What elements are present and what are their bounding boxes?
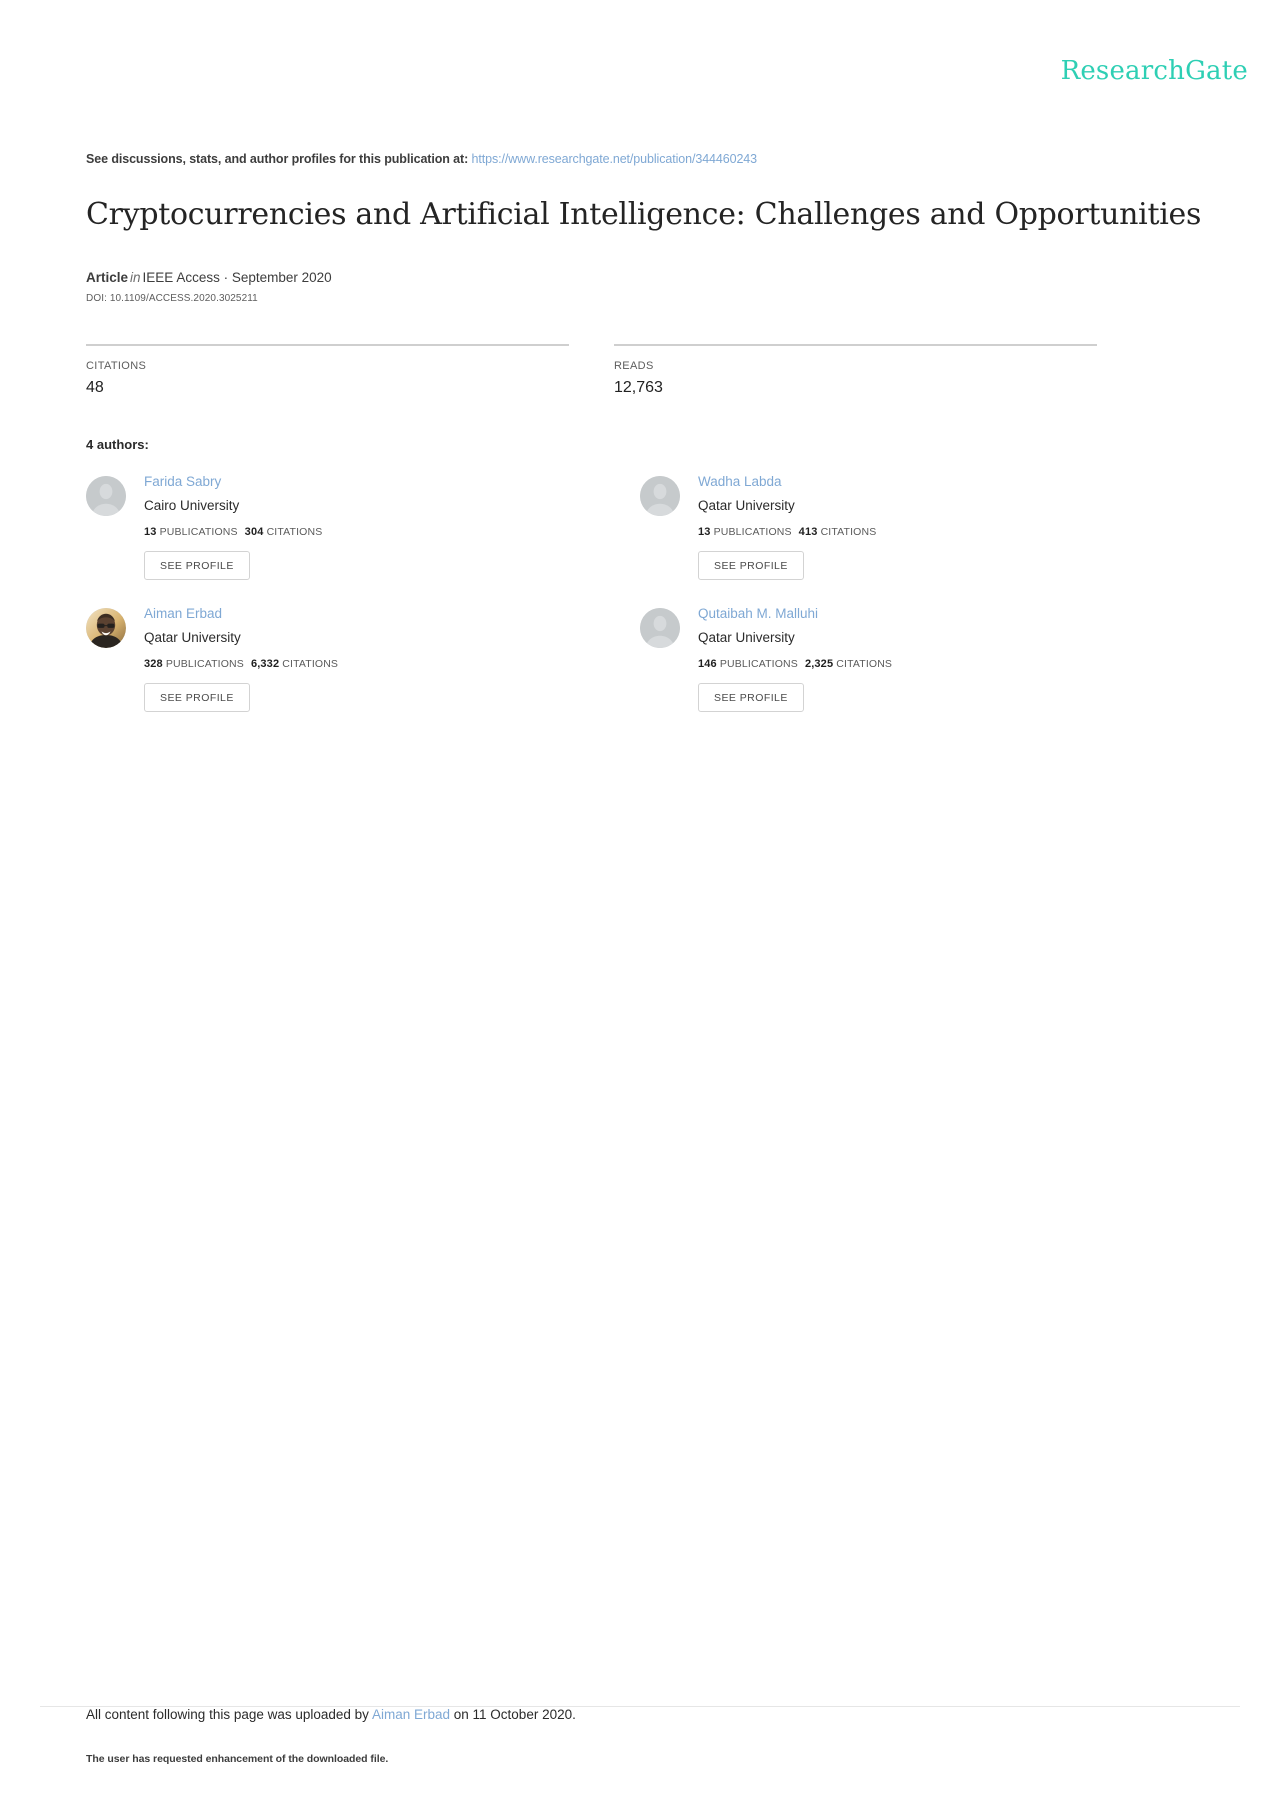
publications-label: PUBLICATIONS: [165, 658, 244, 671]
stat-reads: READS 12,763: [614, 343, 1097, 397]
stat-label: CITATIONS: [86, 359, 147, 372]
author-metrics: 328 PUBLICATIONS 6,332 CITATIONS: [144, 658, 640, 670]
article-in-word: in: [130, 269, 141, 285]
author-info: Qutaibah M. Malluhi Qatar University 146…: [698, 606, 1194, 713]
author-name-link[interactable]: Wadha Labda: [698, 474, 1194, 490]
citations-label: CITATIONS: [266, 525, 323, 538]
see-profile-button[interactable]: SEE PROFILE: [144, 550, 250, 580]
author-metrics: 146 PUBLICATIONS 2,325 CITATIONS: [698, 658, 1194, 670]
citations-count: 413: [798, 525, 818, 538]
citations-count: 6,332: [250, 658, 280, 671]
stat-value: 12,763: [614, 378, 663, 396]
page-content: See discussions, stats, and author profi…: [86, 0, 1202, 739]
publication-cover-page: ResearchGate See discussions, stats, and…: [0, 0, 1280, 1809]
publications-label: PUBLICATIONS: [719, 658, 798, 671]
citations-count: 304: [244, 525, 264, 538]
uploader-link[interactable]: Aiman Erbad: [372, 1707, 450, 1722]
author-info: Aiman Erbad Qatar University 328 PUBLICA…: [144, 606, 640, 713]
avatar-wrap: [86, 474, 126, 516]
authors-heading: 4 authors:: [86, 436, 149, 452]
see-profile-button[interactable]: SEE PROFILE: [698, 550, 804, 580]
page-title: Cryptocurrencies and Artificial Intellig…: [86, 197, 1202, 232]
publications-count: 146: [698, 658, 717, 671]
authors-grid: Farida Sabry Cairo University 13 PUBLICA…: [86, 474, 1194, 739]
publication-url-link[interactable]: https://www.researchgate.net/publication…: [472, 152, 758, 166]
avatar-wrap: [640, 474, 680, 516]
citations-label: CITATIONS: [836, 658, 893, 671]
avatar-wrap: [640, 606, 680, 648]
author-card: Wadha Labda Qatar University 13 PUBLICAT…: [640, 474, 1194, 580]
avatar-wrap: [86, 606, 126, 648]
author-card: Aiman Erbad Qatar University 328 PUBLICA…: [86, 606, 640, 713]
author-affiliation: Qatar University: [698, 497, 795, 513]
see-profile-button[interactable]: SEE PROFILE: [698, 683, 804, 713]
upload-prefix-text: All content following this page was uplo…: [86, 1707, 369, 1722]
author-info: Wadha Labda Qatar University 13 PUBLICAT…: [698, 474, 1194, 580]
publications-count: 328: [144, 658, 163, 671]
discussions-line: See discussions, stats, and author profi…: [86, 152, 1194, 166]
stat-citations: CITATIONS 48: [86, 343, 569, 397]
page-footer: All content following this page was uplo…: [86, 1707, 1194, 1765]
stat-label: READS: [614, 359, 654, 372]
placeholder-avatar-icon: [640, 607, 680, 648]
author-name-link[interactable]: Farida Sabry: [144, 474, 640, 490]
article-meta-line: Article in IEEE Access · September 2020: [86, 270, 1194, 285]
citations-label: CITATIONS: [820, 525, 877, 538]
stat-divider: [614, 343, 1097, 346]
author-info: Farida Sabry Cairo University 13 PUBLICA…: [144, 474, 640, 580]
publications-count: 13: [698, 525, 711, 538]
author-card: Qutaibah M. Malluhi Qatar University 146…: [640, 606, 1194, 713]
stat-value: 48: [86, 378, 104, 396]
enhancement-note: The user has requested enhancement of th…: [86, 1753, 389, 1765]
doi-label: DOI: 10.1109/ACCESS.2020.3025211: [86, 292, 258, 304]
author-name-link[interactable]: Aiman Erbad: [144, 606, 640, 622]
author-affiliation: Qatar University: [698, 630, 795, 646]
placeholder-avatar-icon: [86, 475, 126, 516]
author-metrics: 13 PUBLICATIONS 413 CITATIONS: [698, 526, 1194, 538]
stats-row: CITATIONS 48 READS 12,763: [86, 343, 1194, 397]
publications-label: PUBLICATIONS: [713, 525, 792, 538]
upload-info-line: All content following this page was uplo…: [86, 1707, 1194, 1722]
author-name-link[interactable]: Qutaibah M. Malluhi: [698, 606, 1194, 622]
upload-suffix-text: on 11 October 2020.: [453, 1707, 576, 1722]
citations-count: 2,325: [804, 658, 834, 671]
article-type-label: Article: [86, 269, 129, 285]
author-affiliation: Qatar University: [144, 630, 241, 646]
article-venue-label: IEEE Access · September 2020: [142, 269, 332, 285]
publications-count: 13: [144, 525, 157, 538]
stat-divider: [86, 343, 569, 346]
photo-avatar: [86, 607, 126, 648]
author-metrics: 13 PUBLICATIONS 304 CITATIONS: [144, 526, 640, 538]
citations-label: CITATIONS: [282, 658, 339, 671]
author-card: Farida Sabry Cairo University 13 PUBLICA…: [86, 474, 640, 580]
see-profile-button[interactable]: SEE PROFILE: [144, 683, 250, 713]
publications-label: PUBLICATIONS: [159, 525, 238, 538]
placeholder-avatar-icon: [640, 475, 680, 516]
author-affiliation: Cairo University: [144, 497, 240, 513]
discussions-prefix-text: See discussions, stats, and author profi…: [86, 152, 469, 166]
